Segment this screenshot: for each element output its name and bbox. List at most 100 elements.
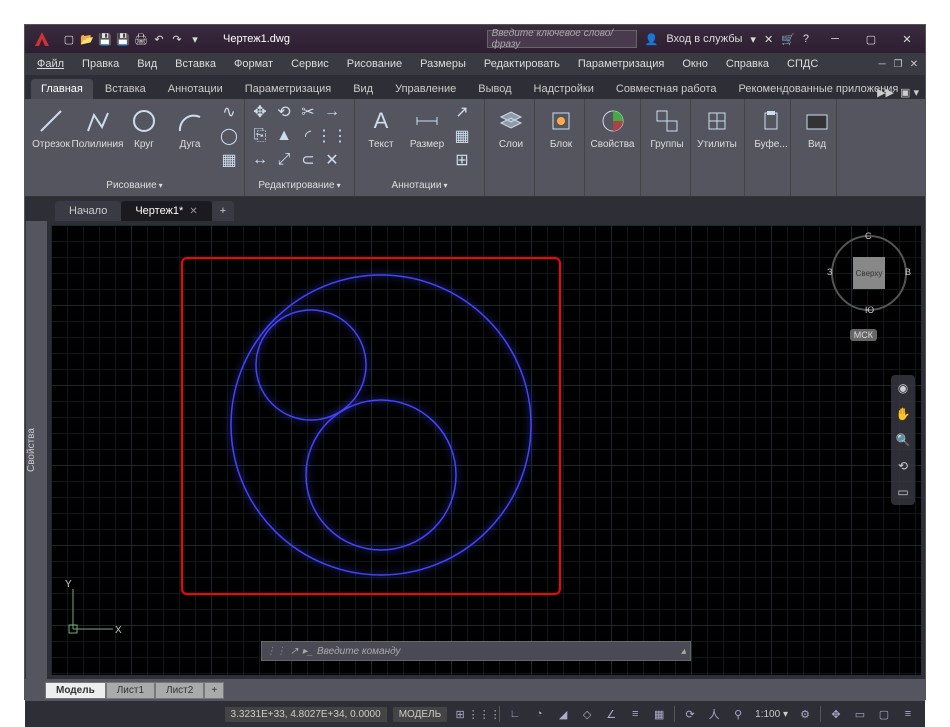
signin-label[interactable]: Вход в службы — [666, 33, 742, 45]
layout-sheet1[interactable]: Лист1 — [106, 682, 155, 699]
menu-format[interactable]: Формат — [226, 56, 281, 72]
menu-tools[interactable]: Сервис — [283, 56, 337, 72]
viewcube-west[interactable]: З — [827, 267, 832, 277]
status-annovisible-icon[interactable]: ⚲ — [727, 704, 749, 724]
text-button[interactable]: A Текст — [359, 101, 403, 150]
viewcube-north[interactable]: С — [865, 231, 872, 241]
props-button[interactable]: Свойства — [589, 101, 636, 150]
status-monitor-icon[interactable]: ▭ — [849, 704, 871, 724]
trim-icon[interactable]: ✂ — [297, 101, 319, 123]
menu-insert[interactable]: Вставка — [167, 56, 224, 72]
status-lwt-icon[interactable]: ≡ — [624, 704, 646, 724]
new-icon[interactable]: ▢ — [61, 31, 77, 47]
doctab-start[interactable]: Начало — [55, 201, 121, 221]
ribbon-tab-addins[interactable]: Надстройки — [524, 79, 604, 99]
groups-button[interactable]: Группы — [645, 101, 689, 150]
saveas-icon[interactable]: 💾 — [115, 31, 131, 47]
utils-button[interactable]: Утилиты — [695, 101, 739, 150]
nav-fullnav-icon[interactable]: ◉ — [894, 379, 912, 397]
menu-view[interactable]: Вид — [129, 56, 165, 72]
app-logo[interactable] — [29, 28, 55, 50]
help-icon[interactable]: ? — [803, 33, 809, 45]
menu-help[interactable]: Справка — [718, 56, 777, 72]
stretch-icon[interactable]: ↔ — [249, 149, 271, 171]
signin-icon[interactable]: 👤 — [645, 33, 659, 46]
mtext-icon[interactable]: ⊞ — [451, 149, 473, 171]
minimize-button[interactable]: ─ — [817, 25, 853, 53]
viewcube[interactable]: Сверху С Ю В З — [831, 235, 907, 311]
status-annoscale-icon[interactable]: 人 — [703, 704, 725, 724]
status-snap-icon[interactable]: ⋮⋮⋮ — [473, 704, 495, 724]
status-model[interactable]: МОДЕЛЬ — [393, 707, 447, 722]
menu-modify[interactable]: Редактировать — [476, 56, 568, 72]
cart-icon[interactable]: 🛒 — [781, 33, 795, 46]
status-cycle-icon[interactable]: ⟳ — [679, 704, 701, 724]
layout-model[interactable]: Модель — [45, 682, 106, 699]
viewcube-top[interactable]: Сверху — [853, 257, 885, 289]
save-icon[interactable]: 💾 — [97, 31, 113, 47]
ribbon-search-icon[interactable]: ▶▶ — [877, 86, 894, 99]
layout-sheet2[interactable]: Лист2 — [155, 682, 204, 699]
line-button[interactable]: Отрезок — [29, 101, 73, 150]
search-input[interactable]: Введите ключевое слово/фразу — [487, 30, 637, 48]
mdi-close-icon[interactable]: ✕ — [907, 57, 921, 71]
doctab-add[interactable]: + — [212, 201, 234, 221]
ellipse-icon[interactable]: ◯ — [218, 125, 240, 147]
status-scale[interactable]: 1:100 ▾ — [751, 707, 792, 722]
status-track-icon[interactable]: ∠ — [600, 704, 622, 724]
close-button[interactable]: ✕ — [889, 25, 925, 53]
block-button[interactable]: Блок — [539, 101, 583, 150]
drawing-canvas[interactable]: YX ⋮⋮ ↗ ▸_ Введите команду ▴ Сверху С Ю … — [47, 221, 925, 679]
status-gear-icon[interactable]: ⚙ — [794, 704, 816, 724]
view-button[interactable]: Вид — [795, 101, 839, 150]
ribbon-tab-view[interactable]: Вид — [343, 79, 383, 99]
ribbon-tab-output[interactable]: Вывод — [468, 79, 521, 99]
menu-param[interactable]: Параметризация — [570, 56, 672, 72]
move-icon[interactable]: ✥ — [249, 101, 271, 123]
leader-icon[interactable]: ↗ — [451, 101, 473, 123]
table-icon[interactable]: ▦ — [451, 125, 473, 147]
extend-icon[interactable]: → — [321, 101, 343, 123]
dim-button[interactable]: Размер — [405, 101, 449, 150]
doctab-drawing[interactable]: Чертеж1*✕ — [121, 201, 211, 221]
status-ws-icon[interactable]: ✥ — [825, 704, 847, 724]
open-icon[interactable]: 📂 — [79, 31, 95, 47]
spline-icon[interactable]: ∿ — [218, 101, 240, 123]
ribbon-tab-manage[interactable]: Управление — [385, 79, 466, 99]
circle-button[interactable]: Круг — [122, 101, 166, 150]
mdi-minimize-icon[interactable]: ─ — [875, 57, 889, 71]
copy-icon[interactable]: ⎘ — [249, 125, 271, 147]
status-trans-icon[interactable]: ▦ — [648, 704, 670, 724]
menu-window[interactable]: Окно — [674, 56, 716, 72]
undo-icon[interactable]: ↶ — [151, 31, 167, 47]
nav-showmotion-icon[interactable]: ▭ — [894, 483, 912, 501]
menu-draw[interactable]: Рисование — [339, 56, 410, 72]
status-customize-icon[interactable]: ≡ — [897, 704, 919, 724]
status-clean-icon[interactable]: ▢ — [873, 704, 895, 724]
nav-orbit-icon[interactable]: ⟲ — [894, 457, 912, 475]
coords-readout[interactable]: 3.3231E+33, 4.8027E+34, 0.0000 — [225, 707, 387, 722]
status-polar-icon[interactable]: ◔ — [528, 704, 550, 724]
mdi-restore-icon[interactable]: ❐ — [891, 57, 905, 71]
doctab-close-icon[interactable]: ✕ — [189, 206, 197, 217]
cmdline-grip-icon[interactable]: ⋮⋮ — [266, 646, 286, 657]
qat-more-icon[interactable]: ▾ — [187, 31, 203, 47]
redo-icon[interactable]: ↷ — [169, 31, 185, 47]
ribbon-tab-home[interactable]: Главная — [31, 79, 93, 99]
scale-icon[interactable]: ⤢ — [273, 149, 295, 171]
status-osnap-icon[interactable]: ◇ — [576, 704, 598, 724]
ribbon-collapse-icon[interactable]: ▣ ▾ — [900, 86, 919, 99]
nav-zoom-icon[interactable]: 🔍 — [894, 431, 912, 449]
menu-edit[interactable]: Правка — [74, 56, 127, 72]
properties-palette-tab[interactable]: Свойства — [25, 221, 47, 679]
array-icon[interactable]: ⋮⋮ — [321, 125, 343, 147]
ribbon-tab-insert[interactable]: Вставка — [95, 79, 156, 99]
exchange-icon[interactable]: ✕ — [764, 33, 773, 46]
maximize-button[interactable]: ▢ — [853, 25, 889, 53]
layout-add[interactable]: + — [204, 682, 224, 699]
cmdline-history-icon[interactable]: ↗ — [290, 646, 298, 657]
offset-icon[interactable]: ⊂ — [297, 149, 319, 171]
polyline-button[interactable]: Полилиния — [75, 101, 120, 150]
ribbon-tab-anno[interactable]: Аннотации — [158, 79, 233, 99]
nav-pan-icon[interactable]: ✋ — [894, 405, 912, 423]
